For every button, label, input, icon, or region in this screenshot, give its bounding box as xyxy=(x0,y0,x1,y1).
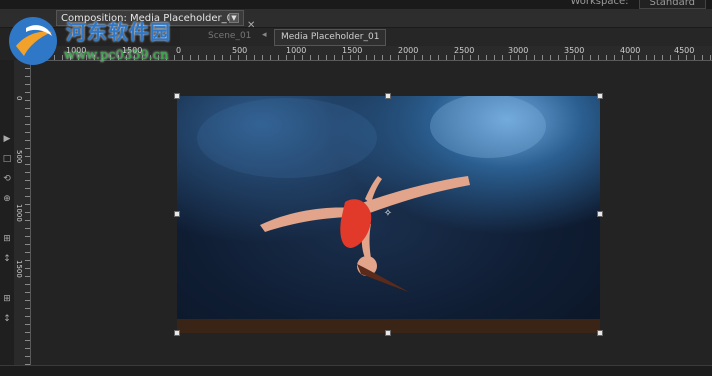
breadcrumb-scene[interactable]: Scene_01 xyxy=(208,31,251,41)
ruler-number: 4500 xyxy=(674,46,695,55)
ruler-number: 3000 xyxy=(508,46,529,55)
select-tool-icon[interactable]: ▶ xyxy=(1,134,13,144)
rotate-tool-icon[interactable]: ⟲ xyxy=(1,174,13,184)
watermark-title: 河东软件园 xyxy=(66,20,171,44)
workspace-label: Workspace: xyxy=(570,0,629,7)
ruler-ticks xyxy=(25,60,30,365)
grid-tool-icon[interactable]: ⊞ xyxy=(1,234,13,244)
ruler-number: 3500 xyxy=(564,46,585,55)
scene-breadcrumb: Scene_01 ◂ Media Placeholder_01 xyxy=(180,28,712,46)
arrange-tool-icon[interactable]: ↕ xyxy=(1,314,13,324)
grid-tool-icon[interactable]: ⊞ xyxy=(1,294,13,304)
anchor-tool-icon[interactable]: ⊕ xyxy=(1,194,13,204)
ruler-number: 1500 xyxy=(15,260,23,278)
ruler-number: 1000 xyxy=(15,204,23,222)
resize-handle-bottom-left[interactable] xyxy=(174,330,180,336)
resize-handle-bottom[interactable] xyxy=(385,330,391,336)
arrange-tool-icon[interactable]: ↕ xyxy=(1,254,13,264)
resize-handle-top-right[interactable] xyxy=(597,93,603,99)
anchor-point-icon[interactable]: ✧ xyxy=(383,209,393,219)
top-menu-bar: Workspace: Standard xyxy=(0,0,712,9)
breadcrumb-media-placeholder[interactable]: Media Placeholder_01 xyxy=(274,29,387,46)
tab-menu-button[interactable]: ▼ xyxy=(229,13,239,23)
resize-handle-bottom-right[interactable] xyxy=(597,330,603,336)
ruler-number: 0 xyxy=(15,96,23,101)
ruler-number: 4000 xyxy=(620,46,641,55)
ruler-number: 1000 xyxy=(286,46,307,55)
ruler-number: 0 xyxy=(176,46,182,55)
ruler-number: 2000 xyxy=(398,46,419,55)
chevron-down-icon: ▼ xyxy=(231,14,237,22)
resize-handle-top-left[interactable] xyxy=(174,93,180,99)
workspace-value[interactable]: Standard xyxy=(638,0,706,9)
rectangle-tool-icon[interactable]: □ xyxy=(1,154,13,164)
bottom-status-bar xyxy=(0,365,712,376)
ruler-number: 1500 xyxy=(342,46,363,55)
vertical-ruler: 0 500 1000 1500 xyxy=(14,60,31,365)
tool-strip: ▶ □ ⟲ ⊕ ⊞ ↕ ⊞ ↕ xyxy=(0,60,14,365)
ruler-number: 500 xyxy=(15,150,23,164)
resize-handle-right[interactable] xyxy=(597,211,603,217)
watermark-url: www.pc0359.cn xyxy=(64,48,169,63)
workspace-switcher[interactable]: Workspace: Standard xyxy=(570,0,706,9)
ruler-number: 2500 xyxy=(454,46,475,55)
resize-handle-top[interactable] xyxy=(385,93,391,99)
chevron-left-icon: ◂ xyxy=(262,30,267,40)
ruler-number: 500 xyxy=(232,46,248,55)
watermark-logo xyxy=(9,17,57,65)
resize-handle-left[interactable] xyxy=(174,211,180,217)
